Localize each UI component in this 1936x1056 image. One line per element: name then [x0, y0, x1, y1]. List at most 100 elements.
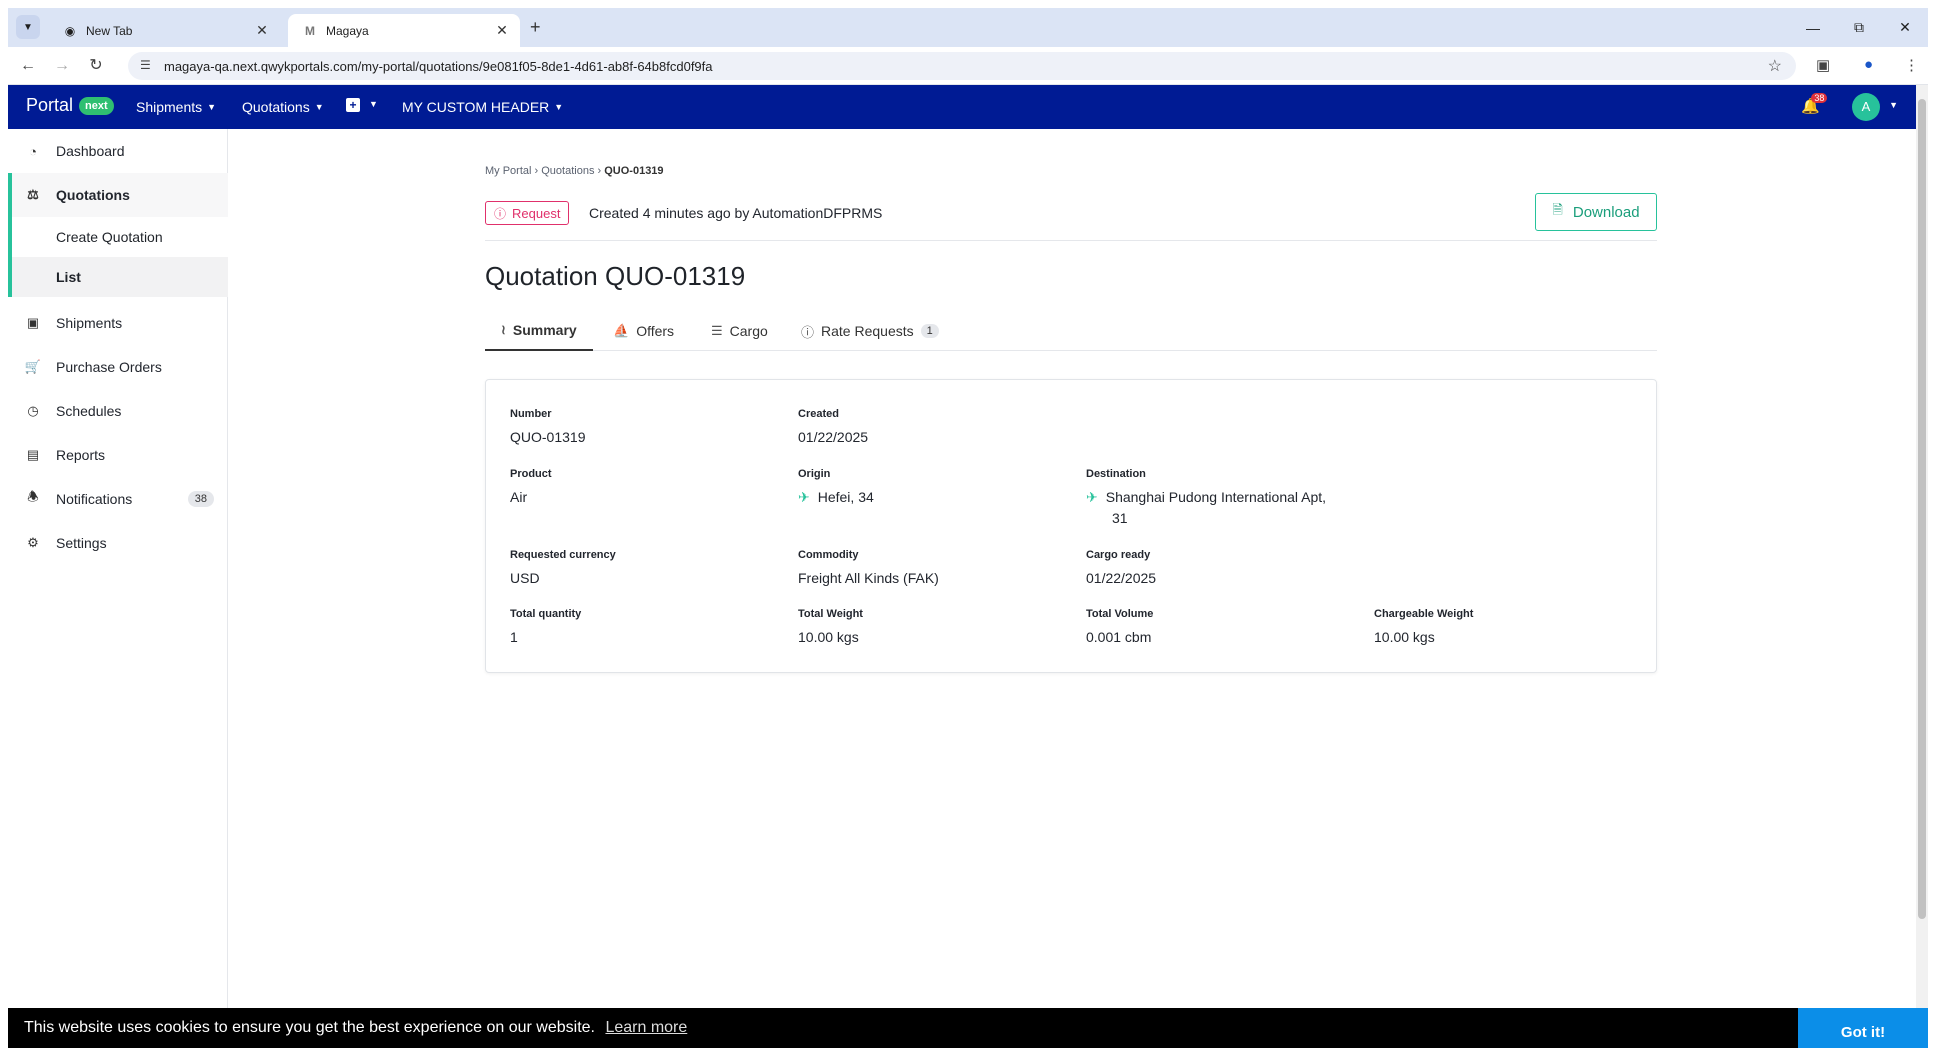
url-text[interactable]: magaya-qa.next.qwykportals.com/my-portal… [164, 59, 713, 74]
sidebar-item-label: Purchase Orders [56, 359, 162, 375]
rate-requests-count: 1 [920, 324, 939, 338]
nav-quotations[interactable]: Quotations ▼ [242, 99, 324, 115]
breadcrumb-current: QUO-01319 [604, 165, 664, 177]
breadcrumb-my-portal[interactable]: My Portal [485, 165, 531, 177]
sidebar: ◔ Dashboard ⚖ Quotations Create Quotatio… [8, 129, 228, 1008]
tab-summary[interactable]: ≀ Summary [485, 311, 593, 351]
cookie-message: This website uses cookies to ensure you … [24, 1019, 595, 1036]
nav-label: Shipments [136, 99, 203, 115]
reload-icon[interactable]: ↻ [86, 56, 106, 76]
field-label: Total Volume [1086, 608, 1154, 620]
cookie-accept-button[interactable]: Got it! [1798, 1008, 1928, 1048]
tab-cargo[interactable]: ☰ Cargo [711, 311, 768, 351]
browser-tab-new-tab[interactable]: ◉ New Tab ✕ [48, 14, 280, 47]
field-label: Chargeable Weight [1374, 608, 1474, 620]
plane-arrival-icon: ✈ [1086, 489, 1098, 505]
status-row: ⓘ Request Created 4 minutes ago by Autom… [485, 193, 1657, 241]
add-menu-icon[interactable]: + [346, 98, 360, 112]
chevron-down-icon[interactable]: ▼ [1889, 100, 1898, 110]
quotations-icon: ⚖ [27, 187, 39, 202]
list-icon: ☰ [711, 323, 723, 338]
field-value: 0.001 cbm [1086, 629, 1152, 645]
tab-offers[interactable]: ⛵ Offers [613, 311, 674, 351]
close-tab-icon[interactable]: ✕ [494, 22, 510, 39]
field-total-weight: Total Weight 10.00 kgs [798, 608, 863, 648]
cart-icon: 🛒 [24, 359, 42, 374]
scrollbar-thumb[interactable] [1918, 99, 1926, 919]
sidebar-item-reports[interactable]: ▤ Reports [8, 433, 228, 477]
minimize-icon[interactable]: — [1790, 8, 1836, 47]
field-label: Requested currency [510, 549, 616, 561]
content-tabs: ≀ Summary ⛵ Offers ☰ Cargo ⓘ Rate Requests 1 [485, 311, 1657, 351]
field-created: Created 01/22/2025 [798, 408, 868, 448]
learn-more-link[interactable]: Learn more [605, 1019, 687, 1036]
sidebar-item-notifications[interactable]: 🕭 Notifications 38 [8, 477, 228, 521]
avatar[interactable]: A [1852, 93, 1880, 121]
sidebar-item-schedules[interactable]: ◷ Schedules [8, 389, 228, 433]
portal-logo[interactable]: Portal next [26, 95, 114, 116]
brand-text: Portal [26, 95, 74, 115]
field-commodity: Commodity Freight All Kinds (FAK) [798, 549, 939, 589]
chevron-down-icon: ▼ [314, 102, 324, 112]
tab-rate-requests[interactable]: ⓘ Rate Requests 1 [801, 311, 939, 351]
field-value: QUO-01319 [510, 429, 586, 445]
sidebar-subitem-create-quotation[interactable]: Create Quotation [8, 217, 228, 257]
field-product: Product Air [510, 468, 552, 508]
close-window-icon[interactable]: ✕ [1882, 8, 1928, 47]
nav-custom-header[interactable]: MY CUSTOM HEADER ▼ [402, 99, 563, 115]
clock-icon: ◷ [27, 403, 39, 418]
breadcrumb-quotations[interactable]: Quotations [541, 165, 594, 177]
extensions-icon[interactable]: ▣ [1816, 56, 1830, 74]
chevron-down-icon: ▼ [554, 102, 564, 112]
sidebar-item-dashboard[interactable]: ◔ Dashboard [8, 129, 228, 173]
restore-icon[interactable]: ⧉ [1836, 8, 1882, 47]
field-label: Commodity [798, 549, 859, 561]
more-menu-icon[interactable]: ⋮ [1904, 56, 1919, 74]
download-button[interactable]: 🗎 Download [1535, 193, 1657, 231]
tab-title: New Tab [86, 23, 133, 38]
field-value: 01/22/2025 [798, 429, 869, 445]
sidebar-item-quotations[interactable]: ⚖ Quotations [8, 173, 228, 217]
sidebar-item-label: List [56, 269, 81, 285]
sidebar-item-label: Schedules [56, 403, 122, 419]
field-label: Total quantity [510, 608, 582, 620]
file-download-icon: 🗎 [1552, 202, 1563, 217]
tab-search-chevron-icon[interactable]: ▼ [16, 15, 40, 39]
magaya-logo-icon: M [305, 23, 315, 38]
notifications-bell-icon[interactable]: 🔔 38 [1801, 93, 1828, 115]
field-label: Product [510, 468, 552, 480]
tab-strip: ▼ ◉ New Tab ✕ M Magaya ✕ + — ⧉ ✕ [8, 8, 1928, 47]
field-label: Created [798, 408, 839, 420]
sidebar-item-label: Dashboard [56, 143, 125, 159]
field-origin: Origin ✈ Hefei, 34 [798, 468, 874, 508]
sidebar-item-shipments[interactable]: ▣ Shipments [8, 301, 228, 345]
add-menu-chevron[interactable]: ▼ [364, 99, 378, 109]
field-value: USD [510, 570, 540, 586]
sidebar-item-settings[interactable]: ⚙ Settings [8, 521, 228, 565]
sidebar-subitem-list[interactable]: List [8, 257, 228, 297]
vertical-scrollbar[interactable] [1916, 85, 1928, 1008]
field-requested-currency: Requested currency USD [510, 549, 616, 589]
brand-badge: next [79, 96, 114, 115]
bookmark-star-icon[interactable]: ☆ [1768, 56, 1782, 76]
new-tab-icon[interactable]: + [530, 17, 541, 38]
address-bar-row: ← → ↻ ☰ magaya-qa.next.qwykportals.com/m… [8, 47, 1928, 85]
main-content: My Portal › Quotations › QUO-01319 ⓘ Req… [229, 129, 1916, 1008]
plane-departure-icon: ✈ [798, 489, 810, 505]
profile-icon[interactable]: ● [1864, 56, 1873, 73]
field-label: Cargo ready [1086, 549, 1151, 561]
close-tab-icon[interactable]: ✕ [254, 22, 270, 39]
omnibox[interactable]: ☰ magaya-qa.next.qwykportals.com/my-port… [128, 52, 1796, 80]
browser-tab-magaya[interactable]: M Magaya ✕ [288, 14, 520, 47]
field-label: Total Weight [798, 608, 863, 620]
sidebar-item-purchase-orders[interactable]: 🛒 Purchase Orders [8, 345, 228, 389]
cookie-banner: This website uses cookies to ensure you … [8, 1008, 1928, 1048]
field-destination: Destination ✈ Shanghai Pudong Internation… [1086, 468, 1366, 529]
notification-count: 38 [1811, 93, 1828, 103]
gear-icon: ⚙ [27, 535, 39, 550]
status-badge: ⓘ Request [485, 201, 570, 225]
site-info-icon[interactable]: ☰ [140, 58, 151, 72]
back-icon[interactable]: ← [18, 56, 38, 76]
forward-icon[interactable]: → [52, 56, 72, 76]
nav-shipments[interactable]: Shipments ▼ [136, 99, 216, 115]
